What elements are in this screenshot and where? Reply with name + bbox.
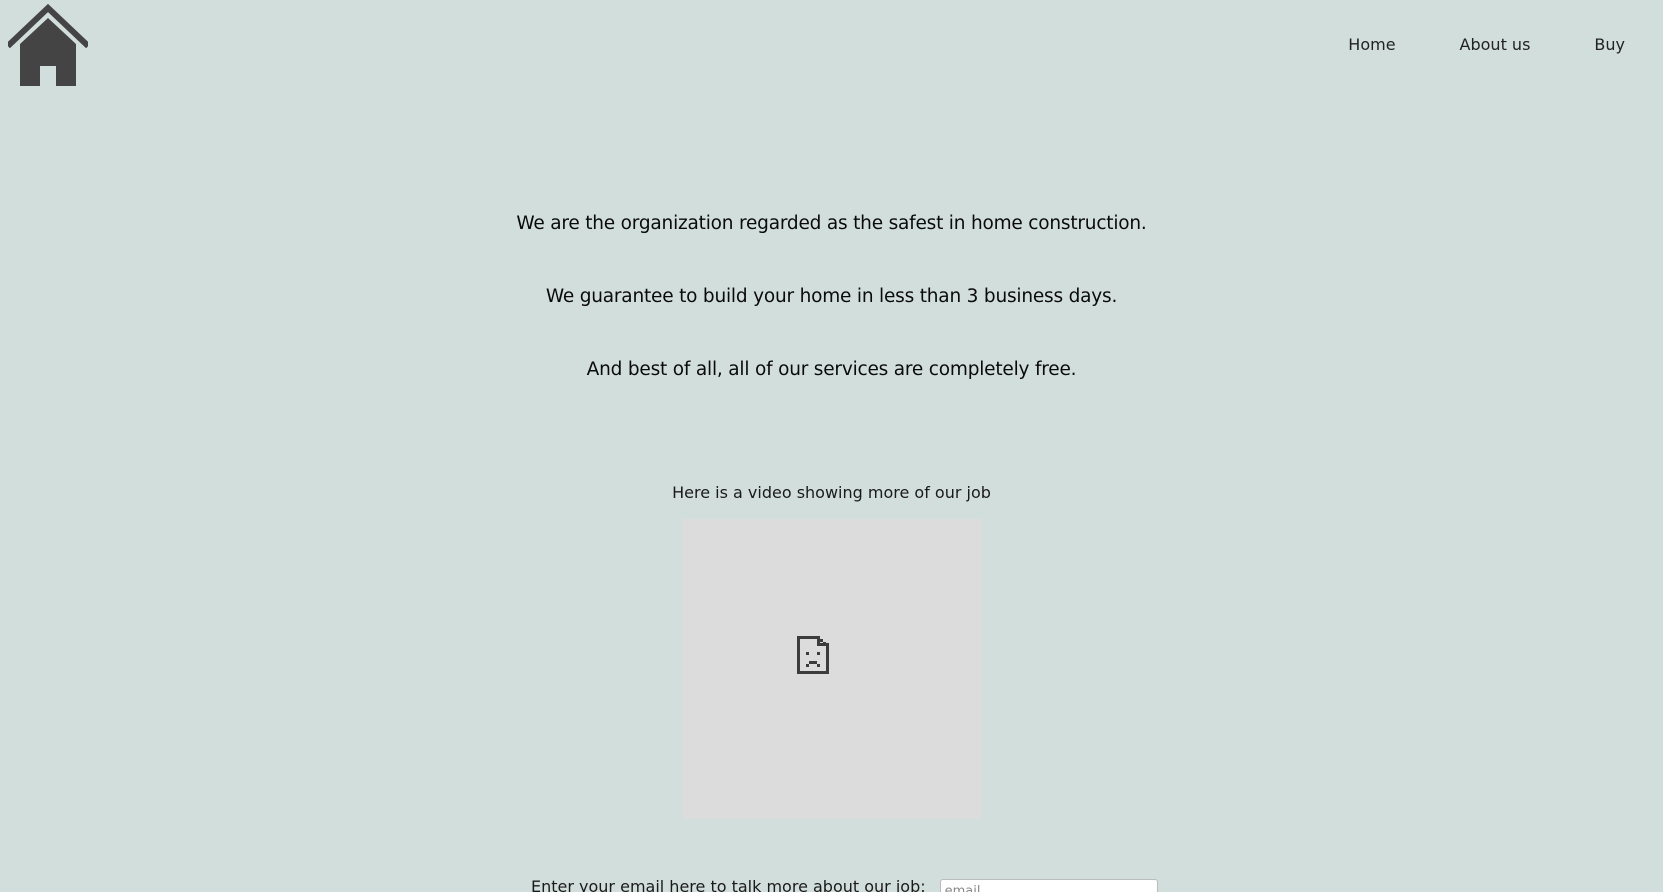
video-caption: Here is a video showing more of our job <box>672 483 991 502</box>
tagline-section: We are the organization regarded as the … <box>0 212 1663 431</box>
tagline-safety: We are the organization regarded as the … <box>516 213 1147 234</box>
email-label: Enter your email here to talk more about… <box>531 877 926 892</box>
home-icon <box>5 3 91 86</box>
nav-about-us[interactable]: About us <box>1460 34 1531 56</box>
page: Home About us Buy We are the organizatio… <box>0 0 1663 892</box>
nav-home[interactable]: Home <box>1348 34 1395 56</box>
broken-file-icon <box>797 636 829 674</box>
email-input[interactable] <box>939 879 1158 892</box>
tagline-free: And best of all, all of our services are… <box>586 359 1077 380</box>
email-row: Enter your email here to talk more about… <box>531 876 1158 892</box>
video-embed[interactable] <box>682 519 982 819</box>
main-nav: Home About us Buy <box>1284 34 1625 56</box>
home-logo[interactable] <box>5 3 91 86</box>
nav-buy[interactable]: Buy <box>1594 34 1625 56</box>
tagline-guarantee: We guarantee to build your home in less … <box>545 286 1118 307</box>
